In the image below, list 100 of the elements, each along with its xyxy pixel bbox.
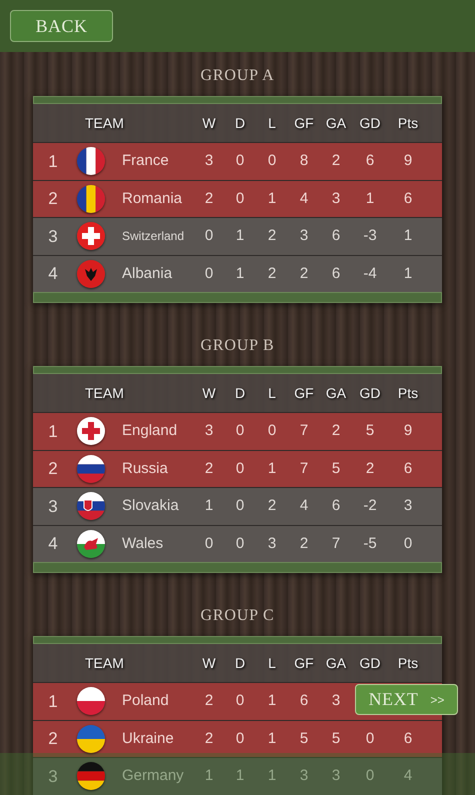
stat-cell-text: 2 [266,226,278,246]
flag-icon [77,762,105,790]
column-header: TEAM [84,654,125,672]
stat-cell-text: 0 [266,421,278,441]
back-button[interactable]: BACK [10,10,113,42]
stat-cell-text: -3 [362,226,378,246]
stat-cell-text: 3 [266,534,278,554]
stat-cell-text: 4 [298,496,310,516]
stat-cell-text: 1 [266,691,278,711]
rank-cell-text: 1 [47,690,59,712]
column-header: L [267,114,277,132]
stat-cell-text: 0 [234,691,246,711]
stat-cell-text: 2 [204,188,214,208]
stat-cell-text: 1 [204,766,214,786]
team-name: Germany [121,766,185,786]
stat-cell-text: 0 [234,496,246,516]
stat-cell-text: 6 [402,728,414,748]
stat-cell-text: 5 [330,728,342,748]
flag-icon [77,687,105,716]
stat-cell-text: 6 [330,496,342,516]
column-header: GF [293,654,315,672]
rank-cell-text: 2 [47,458,59,480]
team-name: England [121,421,178,441]
team-name: Albania [121,264,174,284]
column-header: Pts [396,384,420,402]
stat-cell-text: -2 [362,496,378,516]
stat-cell-text: 3 [204,151,214,171]
stat-cell-text: 8 [298,151,310,171]
stat-cell-text: 1 [234,264,246,284]
column-header: D [234,384,246,402]
stat-cell-text: 6 [402,458,414,478]
team-name: Ukraine [121,728,175,748]
column-header: D [234,114,246,132]
flag-icon [77,454,105,483]
team-name: Russia [121,458,169,478]
stat-cell-text: 2 [266,496,278,516]
stat-cell-text: -5 [362,534,378,554]
column-header: GD [358,654,382,672]
next-button[interactable]: NEXT >> [355,684,458,715]
column-header: TEAM [84,384,125,402]
stat-cell-text: 1 [266,188,278,208]
stat-cell-text: 2 [266,264,278,284]
stat-cell-text: 0 [364,728,376,748]
stat-cell-text: 2 [204,728,214,748]
stat-cell-text: 2 [330,151,342,171]
stat-cell-text: 2 [298,264,310,284]
stat-cell-text: 9 [402,151,414,171]
stat-cell-text: 2 [204,691,214,711]
stat-cell-text: 3 [330,691,342,711]
stat-cell-text: 4 [402,766,414,786]
column-header: L [267,654,277,672]
stat-cell-text: 5 [364,421,376,441]
stat-cell-text: 1 [234,226,246,246]
column-header: Pts [396,114,420,132]
team-name: Switzerland [121,228,186,246]
flag-icon [77,184,105,213]
team-name: Poland [121,691,170,711]
flag-icon [77,147,105,176]
stat-cell-text: 1 [266,766,278,786]
stat-cell-text: 1 [266,458,278,478]
column-header: TEAM [84,114,125,132]
flag-icon [77,492,105,520]
rank-cell-text: 2 [47,188,59,210]
rank-cell-text: 1 [47,420,59,442]
stat-cell-text: 4 [298,188,310,208]
stat-cell-text: 0 [234,188,246,208]
stat-cell-text: 3 [298,226,310,246]
stat-cell-text: 0 [402,534,414,554]
stat-cell-text: 0 [204,226,214,246]
stat-cell-text: 7 [330,534,342,554]
team-name: Wales [121,534,164,554]
column-header: Pts [396,654,420,672]
stat-cell-text: 6 [330,264,342,284]
stat-cell-text: 7 [298,421,310,441]
stat-cell-text: 0 [234,151,246,171]
flag-icon [77,724,105,753]
stat-cell-text: 0 [204,534,214,554]
stat-cell-text: -4 [362,264,378,284]
column-header: W [201,384,217,402]
rank-cell-text: 2 [47,728,59,750]
stat-cell-text: 9 [402,421,414,441]
stat-cell-text: 5 [298,728,310,748]
column-header: L [267,384,277,402]
stat-cell-text: 3 [204,421,214,441]
column-header: W [201,114,217,132]
stat-cell-text: 6 [402,188,414,208]
stat-cell-text: 2 [330,421,342,441]
column-header: GD [358,114,382,132]
stat-cell-text: 6 [298,691,310,711]
stat-cell-text: 2 [298,534,310,554]
rank-cell-text: 4 [47,263,59,285]
stat-cell-text: 7 [298,458,310,478]
column-header: W [201,654,217,672]
flag-icon [77,417,105,446]
rank-cell-text: 3 [47,226,59,248]
column-header: GA [324,654,348,672]
stat-cell-text: 3 [330,766,342,786]
stat-cell-text: 6 [330,226,342,246]
flag-icon [77,260,105,288]
stat-cell-text: 1 [234,766,246,786]
